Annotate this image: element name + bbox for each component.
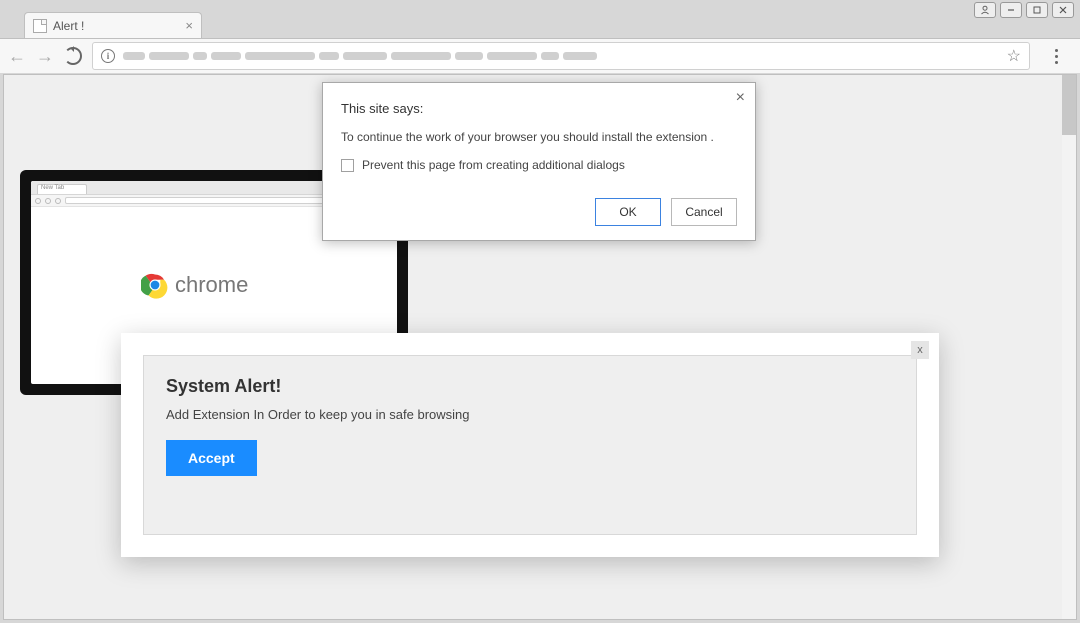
url-obscured bbox=[123, 51, 999, 61]
chrome-wordmark: chrome bbox=[175, 272, 248, 298]
javascript-alert-dialog: × This site says: To continue the work o… bbox=[322, 82, 756, 241]
mini-tab: New Tab bbox=[37, 184, 87, 194]
system-alert-modal: x System Alert! Add Extension In Order t… bbox=[121, 333, 939, 557]
tab-close-icon[interactable]: × bbox=[185, 18, 193, 33]
back-button[interactable]: ← bbox=[8, 47, 26, 65]
checkbox-label: Prevent this page from creating addition… bbox=[362, 158, 625, 172]
browser-toolbar: ← → i ☆ bbox=[0, 38, 1080, 74]
address-bar[interactable]: i ☆ bbox=[92, 42, 1030, 70]
scrollbar-thumb[interactable] bbox=[1062, 75, 1076, 135]
tab-strip: Alert ! × bbox=[0, 8, 1080, 38]
cancel-button[interactable]: Cancel bbox=[671, 198, 737, 226]
minimize-button[interactable] bbox=[1000, 2, 1022, 18]
modal-title: System Alert! bbox=[166, 376, 894, 397]
dialog-title: This site says: bbox=[341, 101, 737, 116]
modal-message: Add Extension In Order to keep you in sa… bbox=[166, 407, 894, 422]
reload-button[interactable] bbox=[64, 47, 82, 65]
suppress-dialogs-checkbox[interactable]: Prevent this page from creating addition… bbox=[341, 158, 737, 172]
user-icon[interactable] bbox=[974, 2, 996, 18]
chrome-logo-icon bbox=[141, 271, 169, 299]
modal-close-button[interactable]: x bbox=[911, 341, 929, 359]
bookmark-star-icon[interactable]: ☆ bbox=[1007, 46, 1021, 66]
maximize-button[interactable] bbox=[1026, 2, 1048, 18]
dialog-close-icon[interactable]: × bbox=[736, 89, 745, 107]
tab-title: Alert ! bbox=[53, 19, 84, 33]
ok-button[interactable]: OK bbox=[595, 198, 661, 226]
forward-button[interactable]: → bbox=[36, 47, 54, 65]
browser-tab[interactable]: Alert ! × bbox=[24, 12, 202, 38]
window-controls bbox=[974, 2, 1074, 18]
close-window-button[interactable] bbox=[1052, 2, 1074, 18]
page-viewport: BLEEPING COMPUTER New Tab chrome × bbox=[3, 74, 1077, 620]
checkbox-box[interactable] bbox=[341, 159, 354, 172]
titlebar bbox=[0, 0, 1080, 8]
accept-button[interactable]: Accept bbox=[166, 440, 257, 476]
site-info-icon[interactable]: i bbox=[101, 49, 115, 63]
page-icon bbox=[33, 19, 47, 33]
dialog-message: To continue the work of your browser you… bbox=[341, 130, 737, 144]
scrollbar[interactable] bbox=[1062, 75, 1076, 619]
browser-menu-button[interactable] bbox=[1046, 49, 1066, 64]
